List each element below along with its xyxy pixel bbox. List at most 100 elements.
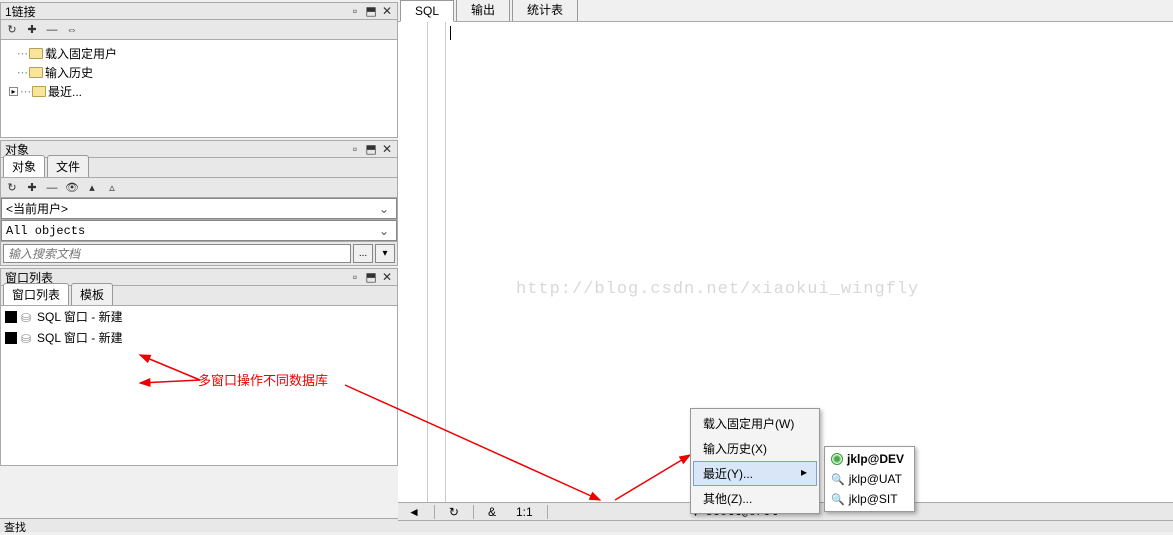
find-label: 查找 [0,518,398,532]
restore-icon[interactable]: ▫ [349,270,361,284]
link-panel: 1链接 ▫ ⬒ ✕ ↻ ✚ — ⇔ ⋯ 载入固定用户 ⋯ 输入历史 [0,2,398,138]
search-dropdown-button[interactable]: ▾ [375,244,395,263]
dropdown-value: All objects [6,224,85,238]
magnifier-icon: 🔍 [831,473,845,486]
pin-icon[interactable]: ⬒ [365,4,377,18]
menu-other[interactable]: 其他(Z)... [693,486,817,511]
folder-icon [29,67,43,78]
tree-item[interactable]: ▸ ⋯ 最近... [5,82,393,101]
tab-object[interactable]: 对象 [3,155,45,177]
link-panel-title: 1链接 [5,3,36,20]
recent-submenu: jklp@DEV 🔍 jklp@UAT 🔍 jklp@SIT [824,446,915,512]
remove-icon[interactable]: — [45,23,59,37]
user-dropdown-row: <当前用户> ⌄ [0,198,398,220]
bottom-strip [398,520,1173,532]
pin-icon[interactable]: ⬒ [365,142,377,156]
window-state-icon [5,311,17,323]
search-more-button[interactable]: ... [353,244,373,263]
tree-connector-icon: ⋯ [17,66,27,79]
list-item-label: SQL 窗口 - 新建 [37,308,123,325]
link-toolbar: ↻ ✚ — ⇔ [0,20,398,40]
and-indicator: & [482,505,502,519]
menu-load-users[interactable]: 载入固定用户(W) [693,411,817,436]
list-item-label: SQL 窗口 - 新建 [37,329,123,346]
chevron-down-icon: ⌄ [376,224,392,238]
dropdown-value: <当前用户> [6,200,68,217]
remove-icon[interactable]: — [45,181,59,195]
expand-icon[interactable]: ▸ [9,87,18,96]
refresh-icon[interactable]: ↻ [5,181,19,195]
list-item[interactable]: SQL 窗口 - 新建 [1,327,397,348]
filter-icon[interactable]: ▴ [85,181,99,195]
current-user-dropdown[interactable]: <当前用户> ⌄ [1,198,397,219]
left-panel: 1链接 ▫ ⬒ ✕ ↻ ✚ — ⇔ ⋯ 载入固定用户 ⋯ 输入历史 [0,0,398,532]
object-panel: 对象 ▫ ⬒ ✕ 对象 文件 ↻ ✚ — 👁 ▴ ▵ <当前用户> ⌄ [0,140,398,266]
watermark: http://blog.csdn.net/xiaokui_wingfly [516,280,919,299]
tree-item-label: 最近... [48,83,82,100]
magnifier-icon: 🔍 [831,493,845,506]
filter2-icon[interactable]: ▵ [105,181,119,195]
separator [434,505,435,519]
link-panel-controls: ▫ ⬒ ✕ [349,4,393,18]
text-cursor [450,26,451,40]
db-icon [21,311,33,323]
link-icon[interactable]: ⇔ [65,23,79,37]
restore-icon[interactable]: ▫ [349,142,361,156]
refresh-icon[interactable]: ↻ [443,505,465,519]
close-icon[interactable]: ✕ [381,270,393,284]
restore-icon[interactable]: ▫ [349,4,361,18]
chevron-down-icon: ⌄ [376,202,392,216]
link-panel-header: 1链接 ▫ ⬒ ✕ [0,2,398,20]
object-panel-controls: ▫ ⬒ ✕ [349,142,393,156]
menu-history[interactable]: 输入历史(X) [693,436,817,461]
object-toolbar: ↻ ✚ — 👁 ▴ ▵ [0,178,398,198]
cursor-position: 1:1 [510,505,539,519]
tab-windowlist[interactable]: 窗口列表 [3,283,69,305]
window-state-icon [5,332,17,344]
objects-dropdown-row: All objects ⌄ [0,220,398,242]
tab-stats[interactable]: 统计表 [512,0,578,21]
list-item[interactable]: SQL 窗口 - 新建 [1,306,397,327]
submenu-item-sit[interactable]: 🔍 jklp@SIT [827,489,912,509]
submenu-item-dev[interactable]: jklp@DEV [827,449,912,469]
add-icon[interactable]: ✚ [25,23,39,37]
windowlist-panel: 窗口列表 ▫ ⬒ ✕ 窗口列表 模板 SQL 窗口 - 新建 SQL 窗口 - … [0,268,398,466]
rewind-icon[interactable]: ◄ [402,505,426,519]
all-objects-dropdown[interactable]: All objects ⌄ [1,220,397,241]
object-tabs: 对象 文件 [0,158,398,178]
tab-sql[interactable]: SQL [400,0,454,22]
tree-item[interactable]: ⋯ 输入历史 [5,63,393,82]
windowlist-tabs: 窗口列表 模板 [0,286,398,306]
editor-gutter [398,22,428,502]
submenu-item-uat[interactable]: 🔍 jklp@UAT [827,469,912,489]
editor-tabs: SQL 输出 统计表 [398,0,1173,22]
annotation-text: 多窗口操作不同数据库 [198,370,328,389]
throbber-icon [831,453,843,465]
separator [547,505,548,519]
tree-item-label: 载入固定用户 [45,45,117,62]
close-icon[interactable]: ✕ [381,142,393,156]
binoculars-icon[interactable]: 👁 [65,181,79,195]
tab-template[interactable]: 模板 [71,283,113,305]
folder-icon [29,48,43,59]
pin-icon[interactable]: ⬒ [365,270,377,284]
search-row: ... ▾ [0,242,398,266]
search-input[interactable] [3,244,351,263]
refresh-icon[interactable]: ↻ [5,23,19,37]
folder-icon [32,86,46,97]
tab-output[interactable]: 输出 [456,0,510,21]
tree-item[interactable]: ⋯ 载入固定用户 [5,44,393,63]
submenu-arrow-icon: ▸ [801,465,807,482]
tab-file[interactable]: 文件 [47,155,89,177]
separator [473,505,474,519]
close-icon[interactable]: ✕ [381,4,393,18]
add-icon[interactable]: ✚ [25,181,39,195]
tree-item-label: 输入历史 [45,64,93,81]
context-menu: 载入固定用户(W) 输入历史(X) 最近(Y)... ▸ 其他(Z)... [690,408,820,514]
tree-connector-icon: ⋯ [20,85,30,98]
db-icon [21,332,33,344]
link-tree: ⋯ 载入固定用户 ⋯ 输入历史 ▸ ⋯ 最近... [0,40,398,138]
menu-recent[interactable]: 最近(Y)... ▸ [693,461,817,486]
editor-gutter2 [428,22,446,502]
tree-connector-icon: ⋯ [17,47,27,60]
